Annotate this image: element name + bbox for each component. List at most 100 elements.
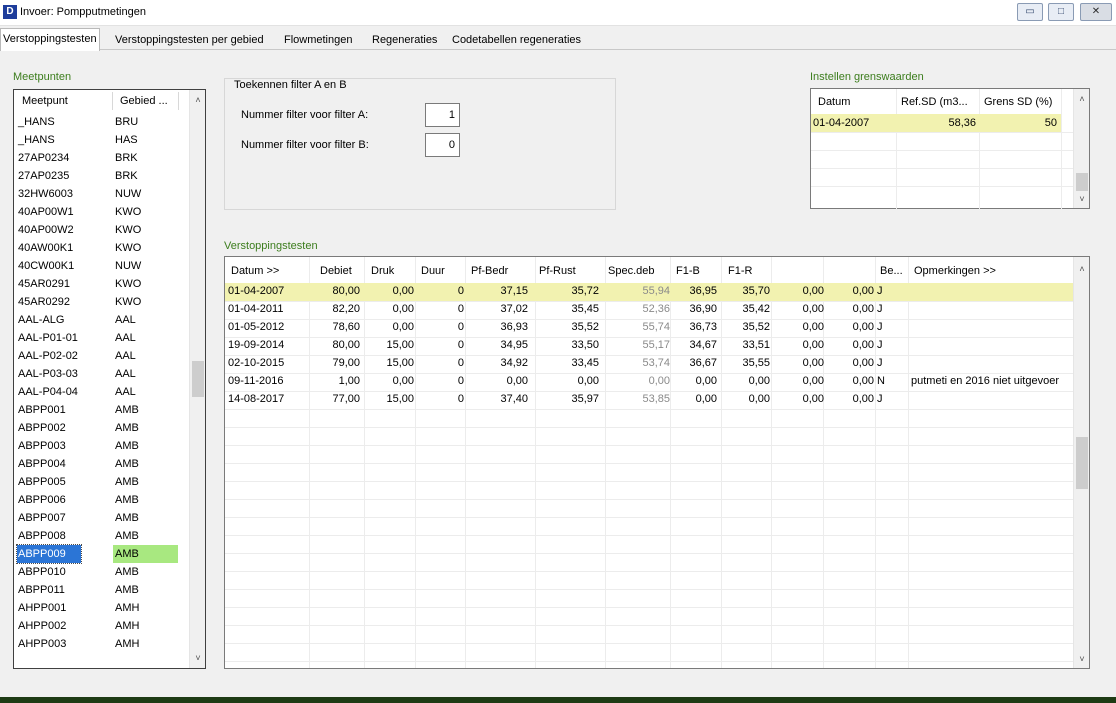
scroll-down-icon[interactable]: ˅ bbox=[1074, 191, 1090, 207]
scroll-down-icon[interactable]: ˅ bbox=[1074, 651, 1090, 667]
list-item[interactable]: ABPP004 AMB bbox=[14, 455, 190, 473]
gebied-cell: AMB bbox=[115, 566, 139, 578]
tab-codetabellen-regeneraties[interactable]: Codetabellen regeneraties bbox=[450, 30, 583, 50]
table-cell: N bbox=[877, 375, 885, 387]
list-item[interactable]: 45AR0291 KWO bbox=[14, 275, 190, 293]
gebied-cell: AMH bbox=[115, 638, 140, 650]
table-row[interactable]: 09-11-2016 1,00 0,00 0 0,00 0,00 0,00 0,00 0,00 0… bbox=[225, 373, 1074, 391]
list-item[interactable]: ABPP008 AMB bbox=[14, 527, 190, 545]
tab-regeneraties[interactable]: Regeneraties bbox=[370, 30, 439, 50]
tests-scrollbar[interactable]: ˄ ˅ bbox=[1073, 257, 1089, 668]
table-row[interactable]: 01-04-2011 82,20 0,00 0 37,02 35,45 52,36 36,90… bbox=[225, 301, 1074, 319]
column-header[interactable]: Opmerkingen >> bbox=[914, 265, 996, 277]
list-item[interactable]: AHPP002 AMH bbox=[14, 617, 190, 635]
table-row[interactable]: 19-09-2014 80,00 15,00 0 34,95 33,50 55,17 34,6… bbox=[225, 337, 1074, 355]
list-item[interactable]: ABPP011 AMB bbox=[14, 581, 190, 599]
column-header-grens-sd[interactable]: Grens SD (%) bbox=[984, 96, 1052, 108]
list-item[interactable]: AAL-ALG AAL bbox=[14, 311, 190, 329]
column-divider[interactable] bbox=[112, 92, 113, 110]
tab-flowmetingen[interactable]: Flowmetingen bbox=[282, 30, 354, 50]
meetpunt-cell: AHPP003 bbox=[18, 638, 67, 650]
table-row[interactable]: 01-04-2007 58,36 50 bbox=[811, 114, 1061, 132]
scroll-thumb[interactable] bbox=[1076, 437, 1088, 489]
column-header[interactable]: F1-B bbox=[676, 265, 700, 277]
column-header[interactable]: Be... bbox=[880, 265, 903, 277]
column-header-gebied[interactable]: Gebied ... bbox=[120, 95, 168, 107]
column-divider[interactable] bbox=[178, 92, 179, 110]
list-item[interactable]: 40AW00K1 KWO bbox=[14, 239, 190, 257]
meetpunt-cell: ABPP005 bbox=[18, 476, 66, 488]
table-row[interactable]: 14-08-2017 77,00 15,00 0 37,40 35,97 53,85 0,00… bbox=[225, 391, 1074, 409]
scroll-up-icon[interactable]: ˄ bbox=[190, 92, 206, 108]
column-header[interactable]: F1-R bbox=[728, 265, 752, 277]
table-cell: 0,00 bbox=[648, 375, 670, 387]
list-item[interactable]: ABPP003 AMB bbox=[14, 437, 190, 455]
list-item[interactable]: 32HW6003 NUW bbox=[14, 185, 190, 203]
list-item[interactable]: ABPP009 AMB bbox=[14, 544, 190, 564]
list-item[interactable]: ABPP006 AMB bbox=[14, 491, 190, 509]
scroll-up-icon[interactable]: ˄ bbox=[1074, 261, 1090, 277]
table-cell: J bbox=[877, 321, 883, 333]
list-item[interactable]: AAL-P02-02 AAL bbox=[14, 347, 190, 365]
list-item[interactable]: AAL-P01-01 AAL bbox=[14, 329, 190, 347]
meetpunten-list[interactable]: Meetpunt Gebied ... _HANS BRU _HANS HAS 27AP… bbox=[13, 89, 206, 669]
gebied-cell: AMH bbox=[115, 602, 140, 614]
grenswaarden-scrollbar[interactable]: ˄ ˅ bbox=[1073, 89, 1089, 208]
list-item[interactable]: AAL-P03-03 AAL bbox=[14, 365, 190, 383]
list-item[interactable]: 45AR0292 KWO bbox=[14, 293, 190, 311]
column-header-ref-sd[interactable]: Ref.SD (m3... bbox=[901, 96, 968, 108]
grid-line bbox=[225, 607, 1074, 608]
list-item[interactable]: 40AP00W1 KWO bbox=[14, 203, 190, 221]
list-item[interactable]: 27AP0234 BRK bbox=[14, 149, 190, 167]
table-cell: 01-04-2011 bbox=[228, 303, 284, 315]
list-item[interactable]: ABPP007 AMB bbox=[14, 509, 190, 527]
grid-line bbox=[225, 463, 1074, 464]
scroll-thumb[interactable] bbox=[1076, 173, 1088, 191]
column-header-datum[interactable]: Datum bbox=[818, 96, 850, 108]
title-bar: D Invoer: Pompputmetingen ▭ □ ✕ bbox=[0, 0, 1116, 26]
table-row[interactable]: 01-05-2012 78,60 0,00 0 36,93 35,52 55,74 36,73… bbox=[225, 319, 1074, 337]
verstoppingstesten-grid[interactable]: Datum >> Debiet Druk Duur Pf-Bedr Pf-Rust Spec… bbox=[224, 256, 1090, 669]
tab-verstoppingstesten-per-gebied[interactable]: Verstoppingstesten per gebied bbox=[113, 30, 266, 50]
table-cell: 34,92 bbox=[500, 357, 528, 369]
list-item[interactable]: AAL-P04-04 AAL bbox=[14, 383, 190, 401]
list-item[interactable]: 40AP00W2 KWO bbox=[14, 221, 190, 239]
scroll-down-icon[interactable]: ˅ bbox=[190, 650, 206, 666]
maximize-button[interactable]: □ bbox=[1048, 3, 1074, 21]
table-cell: 0,00 bbox=[392, 375, 414, 387]
column-header[interactable]: Debiet bbox=[320, 265, 352, 277]
tab-verstoppingstesten[interactable]: Verstoppingstesten bbox=[0, 28, 100, 51]
scroll-thumb[interactable] bbox=[192, 361, 204, 397]
filter-b-input[interactable]: 0 bbox=[425, 133, 460, 157]
table-row[interactable]: 01-04-2007 80,00 0,00 0 37,15 35,72 55,94 36,95… bbox=[225, 283, 1074, 301]
column-header[interactable]: Pf-Bedr bbox=[471, 265, 508, 277]
column-header[interactable]: Duur bbox=[421, 265, 445, 277]
gebied-cell: AAL bbox=[115, 368, 136, 380]
filter-a-input[interactable]: 1 bbox=[425, 103, 460, 127]
list-item[interactable]: 40CW00K1 NUW bbox=[14, 257, 190, 275]
list-item[interactable]: ABPP010 AMB bbox=[14, 563, 190, 581]
column-header[interactable]: Datum >> bbox=[231, 265, 279, 277]
list-item[interactable]: _HANS HAS bbox=[14, 131, 190, 149]
list-item[interactable]: ABPP005 AMB bbox=[14, 473, 190, 491]
meetpunten-scrollbar[interactable]: ˄ ˅ bbox=[189, 90, 205, 668]
list-item[interactable]: 27AP0235 BRK bbox=[14, 167, 190, 185]
table-cell: 34,67 bbox=[689, 339, 717, 351]
column-header[interactable]: Spec.deb bbox=[608, 265, 654, 277]
scroll-up-icon[interactable]: ˄ bbox=[1074, 91, 1090, 107]
minimize-button[interactable]: ▭ bbox=[1017, 3, 1043, 21]
list-item[interactable]: AHPP003 AMH bbox=[14, 635, 190, 653]
table-cell: 0,00 bbox=[392, 321, 414, 333]
table-row[interactable]: 02-10-2015 79,00 15,00 0 34,92 33,45 53,74 36,6… bbox=[225, 355, 1074, 373]
column-header[interactable]: Pf-Rust bbox=[539, 265, 576, 277]
grid-line bbox=[225, 553, 1074, 554]
grenswaarden-grid[interactable]: Datum Ref.SD (m3... Grens SD (%) 01-04-2… bbox=[810, 88, 1090, 210]
list-item[interactable]: AHPP001 AMH bbox=[14, 599, 190, 617]
column-header-meetpunt[interactable]: Meetpunt bbox=[22, 95, 68, 107]
column-header[interactable]: Druk bbox=[371, 265, 394, 277]
list-item[interactable]: ABPP002 AMB bbox=[14, 419, 190, 437]
table-cell: 0 bbox=[457, 357, 464, 369]
list-item[interactable]: _HANS BRU bbox=[14, 113, 190, 131]
list-item[interactable]: ABPP001 AMB bbox=[14, 401, 190, 419]
close-button[interactable]: ✕ bbox=[1080, 3, 1112, 21]
